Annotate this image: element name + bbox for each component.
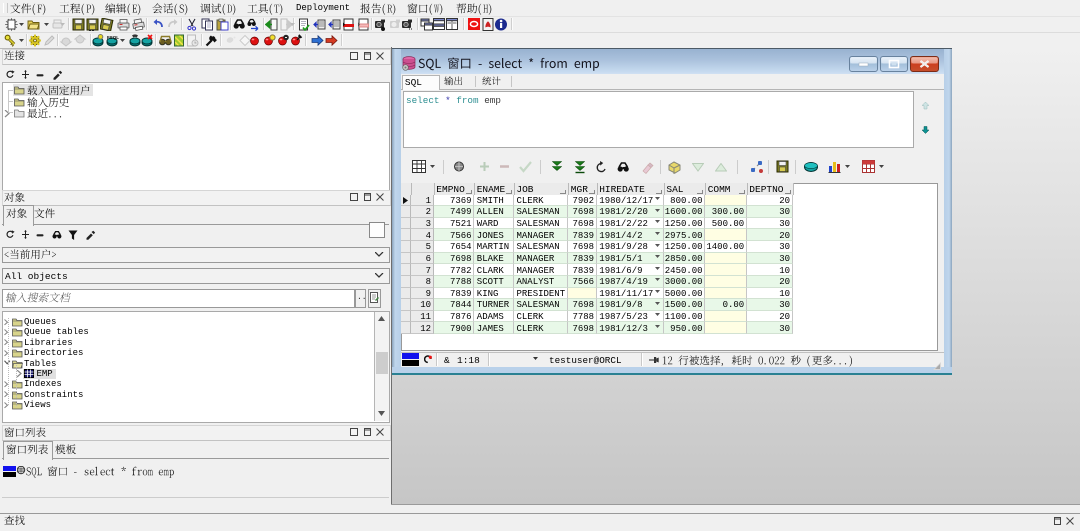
svg-text:FSQL: FSQL (107, 35, 119, 40)
